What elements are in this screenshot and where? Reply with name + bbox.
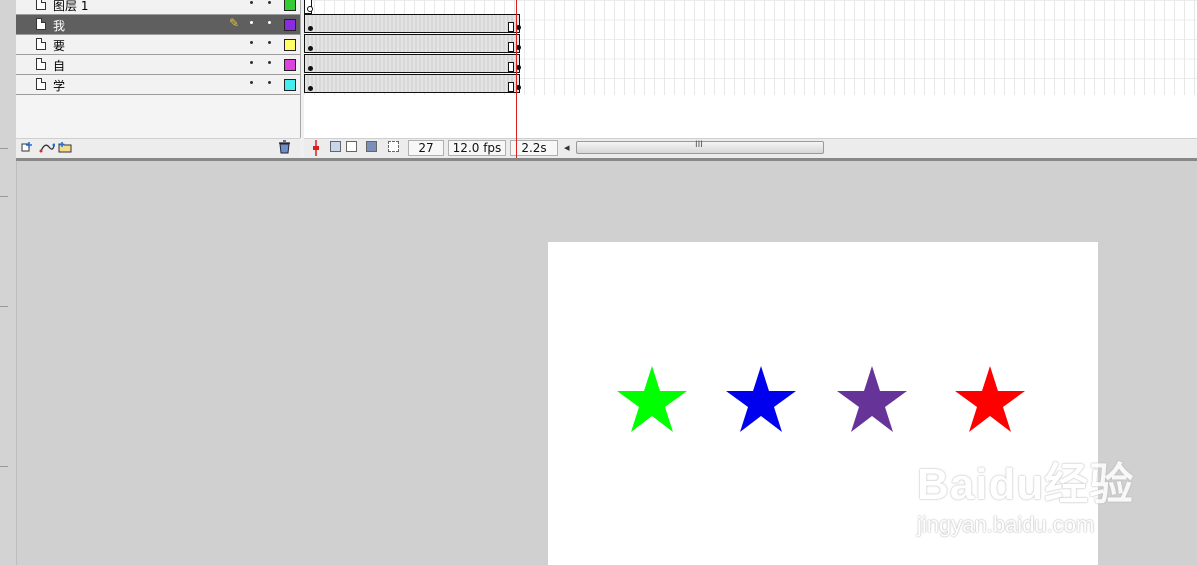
elapsed-time-field: 2.2s xyxy=(510,140,558,156)
star-shape[interactable] xyxy=(617,366,687,432)
frame-end-marker[interactable] xyxy=(508,22,514,32)
frame-grid-empty xyxy=(304,95,1197,138)
frame-end-marker[interactable] xyxy=(508,42,514,52)
left-panel-strip xyxy=(0,0,17,565)
insert-layer-icon[interactable] xyxy=(21,141,35,156)
layer-color-swatch[interactable] xyxy=(284,0,296,11)
frame-span[interactable] xyxy=(304,74,521,93)
lock-dot[interactable] xyxy=(268,1,271,4)
layer-icon xyxy=(36,18,46,30)
frame-span[interactable] xyxy=(304,14,521,33)
center-frame-icon[interactable] xyxy=(311,140,321,160)
add-motion-guide-icon[interactable] xyxy=(39,141,56,156)
visibility-dot[interactable] xyxy=(250,1,253,4)
watermark-logo: Baidu经验 xyxy=(917,460,1135,509)
frame-end-marker[interactable] xyxy=(508,62,514,72)
star-shape[interactable] xyxy=(955,366,1025,432)
layer-name: 自 xyxy=(53,59,66,73)
lock-dot[interactable] xyxy=(268,61,271,64)
modify-onion-markers-icon[interactable] xyxy=(388,141,399,152)
layer-color-swatch[interactable] xyxy=(284,79,296,91)
strip-tick xyxy=(0,306,8,307)
visibility-dot[interactable] xyxy=(250,61,253,64)
onion-skin-outlines-icon[interactable] xyxy=(346,141,357,152)
keyframe[interactable] xyxy=(308,46,313,51)
layer-row-xue[interactable]: 学 xyxy=(16,75,300,95)
current-frame-field[interactable]: 27 xyxy=(408,140,444,156)
layer-icon xyxy=(36,78,46,90)
frame-span[interactable] xyxy=(304,34,521,53)
star-shape[interactable] xyxy=(837,366,907,432)
lock-dot[interactable] xyxy=(268,41,271,44)
star-shape[interactable] xyxy=(726,366,796,432)
timeline-panel: 图层 1 我 ✎ 要 自 学 27 12.0 fps 2.2s ◂ III xyxy=(16,0,1197,160)
layer-name: 要 xyxy=(53,39,66,53)
frame-grid[interactable] xyxy=(304,0,1197,138)
visibility-dot[interactable] xyxy=(250,21,253,24)
frame-span[interactable] xyxy=(304,54,521,73)
frame-end-marker[interactable] xyxy=(508,82,514,92)
lock-dot[interactable] xyxy=(268,21,271,24)
empty-keyframe[interactable] xyxy=(307,6,313,12)
layer-name: 我 xyxy=(53,19,66,33)
visibility-dot[interactable] xyxy=(250,41,253,44)
layer-name: 图层 1 xyxy=(53,0,89,13)
frame-span-layer1[interactable] xyxy=(304,0,313,14)
layer-row-yao[interactable]: 要 xyxy=(16,35,300,55)
watermark-url: jingyan.baidu.com xyxy=(917,512,1095,537)
scroll-grip-icon: III xyxy=(695,140,703,150)
lock-dot[interactable] xyxy=(268,81,271,84)
pencil-icon: ✎ xyxy=(229,16,240,30)
strip-tick xyxy=(0,148,8,149)
layer-list: 图层 1 我 ✎ 要 自 学 xyxy=(16,0,301,138)
layer-row-zi[interactable]: 自 xyxy=(16,55,300,75)
layer-icon xyxy=(36,38,46,50)
layer-icon xyxy=(36,58,46,70)
onion-skin-icon[interactable] xyxy=(330,141,341,152)
keyframe[interactable] xyxy=(308,86,313,91)
insert-folder-icon[interactable] xyxy=(58,141,73,156)
visibility-dot[interactable] xyxy=(250,81,253,84)
layer-row-tuceng1[interactable]: 图层 1 xyxy=(16,0,300,15)
layer-color-swatch[interactable] xyxy=(284,39,296,51)
layer-row-wo[interactable]: 我 ✎ xyxy=(16,15,300,35)
scroll-left-arrow-icon[interactable]: ◂ xyxy=(564,141,570,154)
playhead[interactable] xyxy=(516,0,517,160)
edit-multiple-frames-icon[interactable] xyxy=(366,141,377,152)
watermark: Baidu经验 jingyan.baidu.com xyxy=(917,448,1157,548)
timeline-scrollbar[interactable]: III xyxy=(576,140,824,154)
strip-tick xyxy=(0,466,8,467)
layer-color-swatch[interactable] xyxy=(284,59,296,71)
delete-layer-icon[interactable] xyxy=(278,140,291,157)
layer-name: 学 xyxy=(53,79,66,93)
layer-toolbar xyxy=(16,138,300,159)
frame-rate-field[interactable]: 12.0 fps xyxy=(448,140,506,156)
keyframe[interactable] xyxy=(308,26,313,31)
layer-color-swatch[interactable] xyxy=(284,19,296,31)
keyframe[interactable] xyxy=(308,66,313,71)
layer-icon xyxy=(36,0,46,10)
frame-toolbar: 27 12.0 fps 2.2s ◂ III xyxy=(304,138,1197,159)
strip-tick xyxy=(0,196,8,197)
